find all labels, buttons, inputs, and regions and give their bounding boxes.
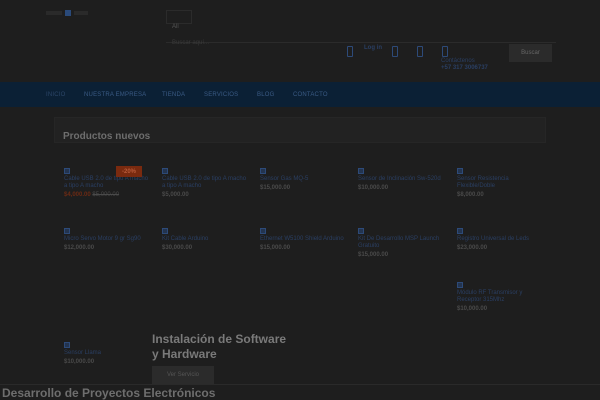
- product-card[interactable]: Sensor de Inclinación Sw-520d $10,000.00: [358, 168, 444, 191]
- product-price: $8,000.00: [457, 192, 484, 198]
- product-image[interactable]: [457, 228, 463, 234]
- product-name[interactable]: Kit De Desarrollo MSP Launch Gratuito: [358, 236, 444, 250]
- product-name[interactable]: Cable USB 2.0 de tipo A macho a tipo A m…: [162, 176, 248, 190]
- product-sale-price: $4,000.00: [64, 192, 91, 198]
- product-card[interactable]: Cable USB 2.0 de tipo A macho a tipo A m…: [162, 168, 248, 198]
- category-select[interactable]: All: [166, 10, 192, 30]
- logo-text-icon: [46, 11, 62, 15]
- product-card[interactable]: Kit Cable Arduino $30,000.00: [162, 228, 248, 251]
- logo[interactable]: [46, 8, 88, 18]
- logo-tail-icon: [74, 11, 88, 15]
- product-price: $15,000.00: [260, 245, 291, 251]
- product-old-price: $5,000.00: [92, 192, 120, 198]
- login-link[interactable]: Log in: [364, 45, 382, 52]
- product-name[interactable]: Micro Servo Motor 9 gr Sg90: [64, 236, 150, 243]
- product-image[interactable]: [358, 168, 364, 174]
- product-name[interactable]: Sensor Gas MQ-5: [260, 176, 346, 183]
- search-placeholder: Buscar aquí...: [172, 40, 210, 46]
- product-card[interactable]: Registro Universal de Leds $23,000.00: [457, 228, 543, 251]
- phone-icon: [347, 46, 353, 57]
- product-price: $5,000.00: [162, 192, 189, 198]
- promo-title-line1: Instalación de Software: [152, 332, 287, 346]
- product-card[interactable]: Micro Servo Motor 9 gr Sg90 $12,000.00: [64, 228, 150, 251]
- phone-icon: [417, 46, 423, 57]
- main-nav: INICIO NUESTRA EMPRESA TIENDA SERVICIOS …: [0, 82, 600, 107]
- product-card[interactable]: Sensor Llama $10,000.00: [64, 342, 150, 365]
- nav-item-nuestra-empresa[interactable]: NUESTRA EMPRESA: [84, 92, 162, 98]
- promo-button-label: Ver Servicio: [166, 372, 199, 378]
- contact-label: Contáctenos: [441, 58, 475, 64]
- product-image[interactable]: [358, 228, 364, 234]
- product-card[interactable]: Sensor Gas MQ-5 $15,000.00: [260, 168, 346, 191]
- promo-title: Instalación de Software y Hardware: [152, 332, 286, 362]
- product-name[interactable]: Sensor de Inclinación Sw-520d: [358, 176, 444, 183]
- product-price: $30,000.00: [162, 245, 193, 251]
- discount-badge-label: -20%: [121, 168, 136, 175]
- nav-item-servicios[interactable]: SERVICIOS: [204, 92, 257, 98]
- divider: [0, 384, 600, 385]
- product-image[interactable]: [64, 342, 70, 348]
- nav-item-tienda[interactable]: TIENDA: [162, 92, 204, 98]
- product-image[interactable]: [457, 282, 463, 288]
- product-price: $10,000.00: [457, 306, 488, 312]
- product-price: $12,000.00: [64, 245, 95, 251]
- discount-badge: -20%: [116, 166, 142, 177]
- product-name[interactable]: Kit Cable Arduino: [162, 236, 248, 243]
- product-image[interactable]: [64, 168, 70, 174]
- contact-phone[interactable]: +57 317 3006737: [441, 65, 488, 71]
- product-price: $23,000.00: [457, 245, 488, 251]
- product-name[interactable]: Módulo RF Transmisor y Receptor 315Mhz: [457, 290, 543, 304]
- product-name[interactable]: Cable USB 2.0 de tipo A macho a tipo A m…: [64, 176, 150, 190]
- nav-item-inicio[interactable]: INICIO: [46, 92, 84, 98]
- product-price: $10,000.00: [64, 359, 95, 365]
- phone-icon: [442, 46, 448, 57]
- product-price: $15,000.00: [358, 252, 389, 258]
- promo-title-line2: y Hardware: [152, 347, 217, 361]
- product-price: $4,000.00 $5,000.00: [64, 192, 150, 198]
- product-card[interactable]: Kit De Desarrollo MSP Launch Gratuito $1…: [358, 228, 444, 258]
- promo-button[interactable]: Ver Servicio: [152, 366, 214, 384]
- product-image[interactable]: [162, 168, 168, 174]
- bottom-heading: Desarrollo de Proyectos Electrónicos: [2, 386, 216, 400]
- section-header: Productos nuevos: [54, 117, 546, 143]
- product-name[interactable]: Registro Universal de Leds: [457, 236, 543, 243]
- search-input[interactable]: Buscar aquí...: [166, 27, 556, 46]
- product-image[interactable]: [162, 228, 168, 234]
- product-image[interactable]: [260, 228, 266, 234]
- logo-mark-icon: [65, 10, 71, 16]
- phone-icon: [392, 46, 398, 57]
- nav-item-blog[interactable]: BLOG: [257, 92, 293, 98]
- product-card[interactable]: Módulo RF Transmisor y Receptor 315Mhz $…: [457, 282, 543, 312]
- product-price: $15,000.00: [260, 185, 291, 191]
- product-price: $10,000.00: [358, 185, 389, 191]
- section-title: Productos nuevos: [63, 131, 151, 142]
- product-name[interactable]: Sensor Llama: [64, 350, 150, 357]
- product-name[interactable]: Sensor Resistencia Flexible/Doble: [457, 176, 543, 190]
- nav-item-contacto[interactable]: CONTACTO: [293, 92, 343, 98]
- product-card[interactable]: Ethernet W5100 Shield Arduino $15,000.00: [260, 228, 346, 251]
- search-button[interactable]: Buscar: [509, 44, 552, 62]
- product-image[interactable]: [457, 168, 463, 174]
- product-image[interactable]: [260, 168, 266, 174]
- search-button-label: Buscar: [521, 50, 540, 56]
- product-card[interactable]: Sensor Resistencia Flexible/Doble $8,000…: [457, 168, 543, 198]
- product-image[interactable]: [64, 228, 70, 234]
- product-name[interactable]: Ethernet W5100 Shield Arduino: [260, 236, 346, 243]
